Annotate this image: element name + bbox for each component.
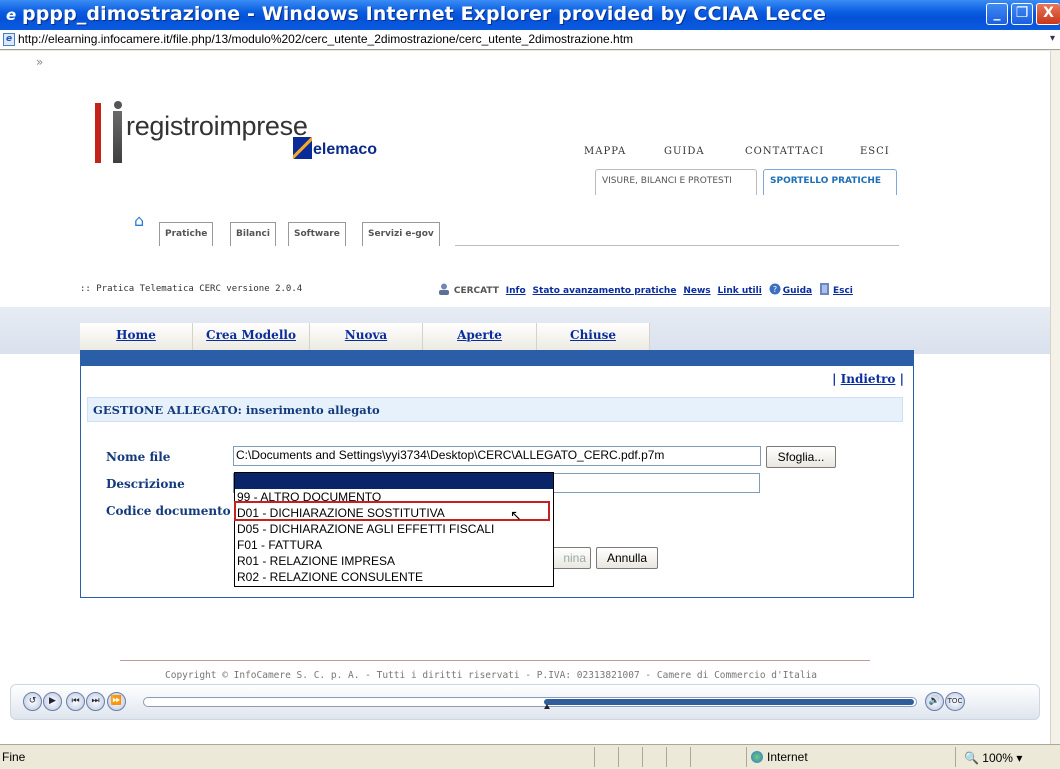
maximize-button[interactable]: ❐: [1011, 3, 1033, 25]
top-link-contattaci[interactable]: CONTATTACI: [745, 146, 824, 157]
status-divider: [955, 747, 956, 767]
logo-red-bar: [95, 103, 101, 163]
link-guida[interactable]: Guida: [783, 286, 812, 296]
tab-visure[interactable]: VISURE, BILANCI E PROTESTI: [595, 169, 757, 195]
descrizione-label: Descrizione: [106, 477, 185, 491]
replay-icon[interactable]: ↺: [23, 692, 42, 711]
back-separator-left: |: [832, 372, 837, 386]
link-stato-pratiche[interactable]: Stato avanzamento pratiche: [533, 286, 677, 296]
telemaco-logo-icon: [293, 137, 312, 159]
menu-tab-crea-modello[interactable]: Crea Modello: [193, 323, 310, 350]
version-text: :: Pratica Telematica CERC versione 2.0.…: [80, 284, 303, 294]
link-esci[interactable]: Esci: [833, 286, 853, 296]
dropdown-option-r01[interactable]: R01 - RELAZIONE IMPRESA: [235, 553, 553, 569]
back-link-group: | Indietro |: [832, 372, 904, 386]
ie-icon: e: [6, 6, 17, 24]
progress-thumb[interactable]: [544, 704, 550, 709]
browse-button[interactable]: Sfoglia...: [766, 446, 836, 468]
svg-text:?: ?: [773, 285, 777, 294]
zoom-value: 100%: [982, 751, 1013, 765]
link-news[interactable]: News: [683, 286, 710, 296]
menu-tab-home[interactable]: Home: [80, 323, 193, 350]
globe-icon: [751, 751, 763, 763]
nome-file-label: Nome file: [106, 450, 171, 464]
blue-header-bar: [80, 350, 914, 366]
play-icon[interactable]: ▶: [43, 692, 62, 711]
nav-tab-software[interactable]: Software: [288, 222, 346, 246]
chevron-down-icon[interactable]: ▾: [1050, 33, 1055, 44]
status-divider: [642, 747, 643, 767]
media-player-bar: ↺ ▶ ⏮ ⏭ ⏩ 🔊 TOC: [10, 684, 1040, 720]
address-bar[interactable]: e http://elearning.infocamere.it/file.ph…: [0, 30, 1060, 50]
tab-sportello-pratiche[interactable]: SPORTELLO PRATICHE: [763, 169, 897, 195]
vertical-scrollbar[interactable]: [1050, 51, 1060, 744]
status-divider: [666, 747, 667, 767]
user-label: CERCATT: [453, 286, 499, 296]
nav-tab-pratiche[interactable]: Pratiche: [159, 222, 214, 246]
security-zone: Internet: [751, 750, 808, 764]
close-button[interactable]: X: [1036, 3, 1060, 25]
next-icon[interactable]: ⏭: [86, 692, 105, 711]
dropdown-option-r02[interactable]: R02 - RELAZIONE CONSULENTE: [235, 569, 553, 585]
menu-tab-nuova[interactable]: Nuova: [310, 323, 423, 350]
progress-fill: [544, 699, 914, 705]
top-link-esci[interactable]: ESCI: [860, 146, 890, 157]
toc-button[interactable]: TOC: [945, 692, 965, 711]
forward-icon[interactable]: ⏩: [107, 692, 126, 711]
copyright-text: Copyright © InfoCamere S. C. p. A. - Tut…: [165, 670, 818, 681]
zone-label: Internet: [767, 750, 808, 764]
mouse-cursor-icon: ↖: [510, 508, 522, 524]
brand-logo-text: registroimprese: [126, 111, 308, 141]
back-separator-right: |: [899, 372, 904, 386]
status-bar: Fine Internet 🔍 100% ▾: [0, 744, 1060, 769]
home-icon[interactable]: ⌂: [134, 213, 147, 229]
zoom-level[interactable]: 🔍 100% ▾: [964, 751, 1022, 765]
menu-tab-aperte[interactable]: Aperte: [423, 323, 537, 350]
link-info[interactable]: Info: [506, 286, 526, 296]
user-icon: [439, 283, 449, 295]
dropdown-option-d05[interactable]: D05 - DICHIARAZIONE AGLI EFFETTI FISCALI: [235, 521, 553, 537]
telemaco-logo-text: elemaco: [313, 141, 378, 158]
previous-icon[interactable]: ⏮: [66, 692, 85, 711]
address-url[interactable]: http://elearning.infocamere.it/file.php/…: [18, 32, 633, 46]
status-divider: [746, 747, 747, 767]
volume-icon[interactable]: 🔊: [925, 692, 944, 711]
top-link-mappa[interactable]: MAPPA: [584, 146, 626, 157]
help-icon: ?: [769, 283, 781, 295]
codice-documento-dropdown[interactable]: 99 - ALTRO DOCUMENTO D01 - DICHIARAZIONE…: [234, 472, 554, 587]
footer-divider: [120, 660, 870, 661]
page-content: » registroimprese elemaco MAPPA GUIDA CO…: [0, 51, 1050, 744]
expand-chevron-icon[interactable]: »: [36, 55, 43, 69]
top-link-guida[interactable]: GUIDA: [664, 146, 705, 157]
progress-track[interactable]: [143, 697, 917, 709]
minimize-button[interactable]: _: [986, 3, 1008, 25]
section-title: GESTIONE ALLEGATO: inserimento allegato: [87, 397, 903, 422]
status-divider: [690, 747, 691, 767]
status-divider: [618, 747, 619, 767]
logo-stem: [113, 111, 122, 163]
window-title: pppp_dimostrazione - Windows Internet Ex…: [22, 3, 827, 25]
exit-icon: [819, 283, 829, 295]
status-divider: [594, 747, 595, 767]
dropdown-option-empty[interactable]: [235, 473, 553, 489]
status-text: Fine: [2, 750, 26, 764]
link-link-utili[interactable]: Link utili: [718, 286, 762, 296]
window-titlebar: e pppp_dimostrazione - Windows Internet …: [0, 0, 1060, 30]
back-link[interactable]: Indietro: [841, 372, 896, 386]
nav-tab-servizi[interactable]: Servizi e-gov: [362, 222, 440, 246]
page-icon: e: [3, 33, 15, 46]
codice-documento-label: Codice documento: [106, 504, 231, 518]
nome-file-input[interactable]: C:\Documents and Settings\yyi3734\Deskto…: [233, 446, 761, 466]
logo-dot: [114, 101, 122, 109]
highlight-box-d01: [234, 501, 550, 521]
nav-divider: [455, 245, 899, 246]
menu-tab-chiuse[interactable]: Chiuse: [537, 323, 650, 350]
dropdown-option-f01[interactable]: F01 - FATTURA: [235, 537, 553, 553]
user-info-bar: CERCATT Info Stato avanzamento pratiche …: [437, 283, 857, 296]
annulla-button[interactable]: Annulla: [596, 547, 658, 569]
nav-tab-bilanci[interactable]: Bilanci: [230, 222, 276, 246]
